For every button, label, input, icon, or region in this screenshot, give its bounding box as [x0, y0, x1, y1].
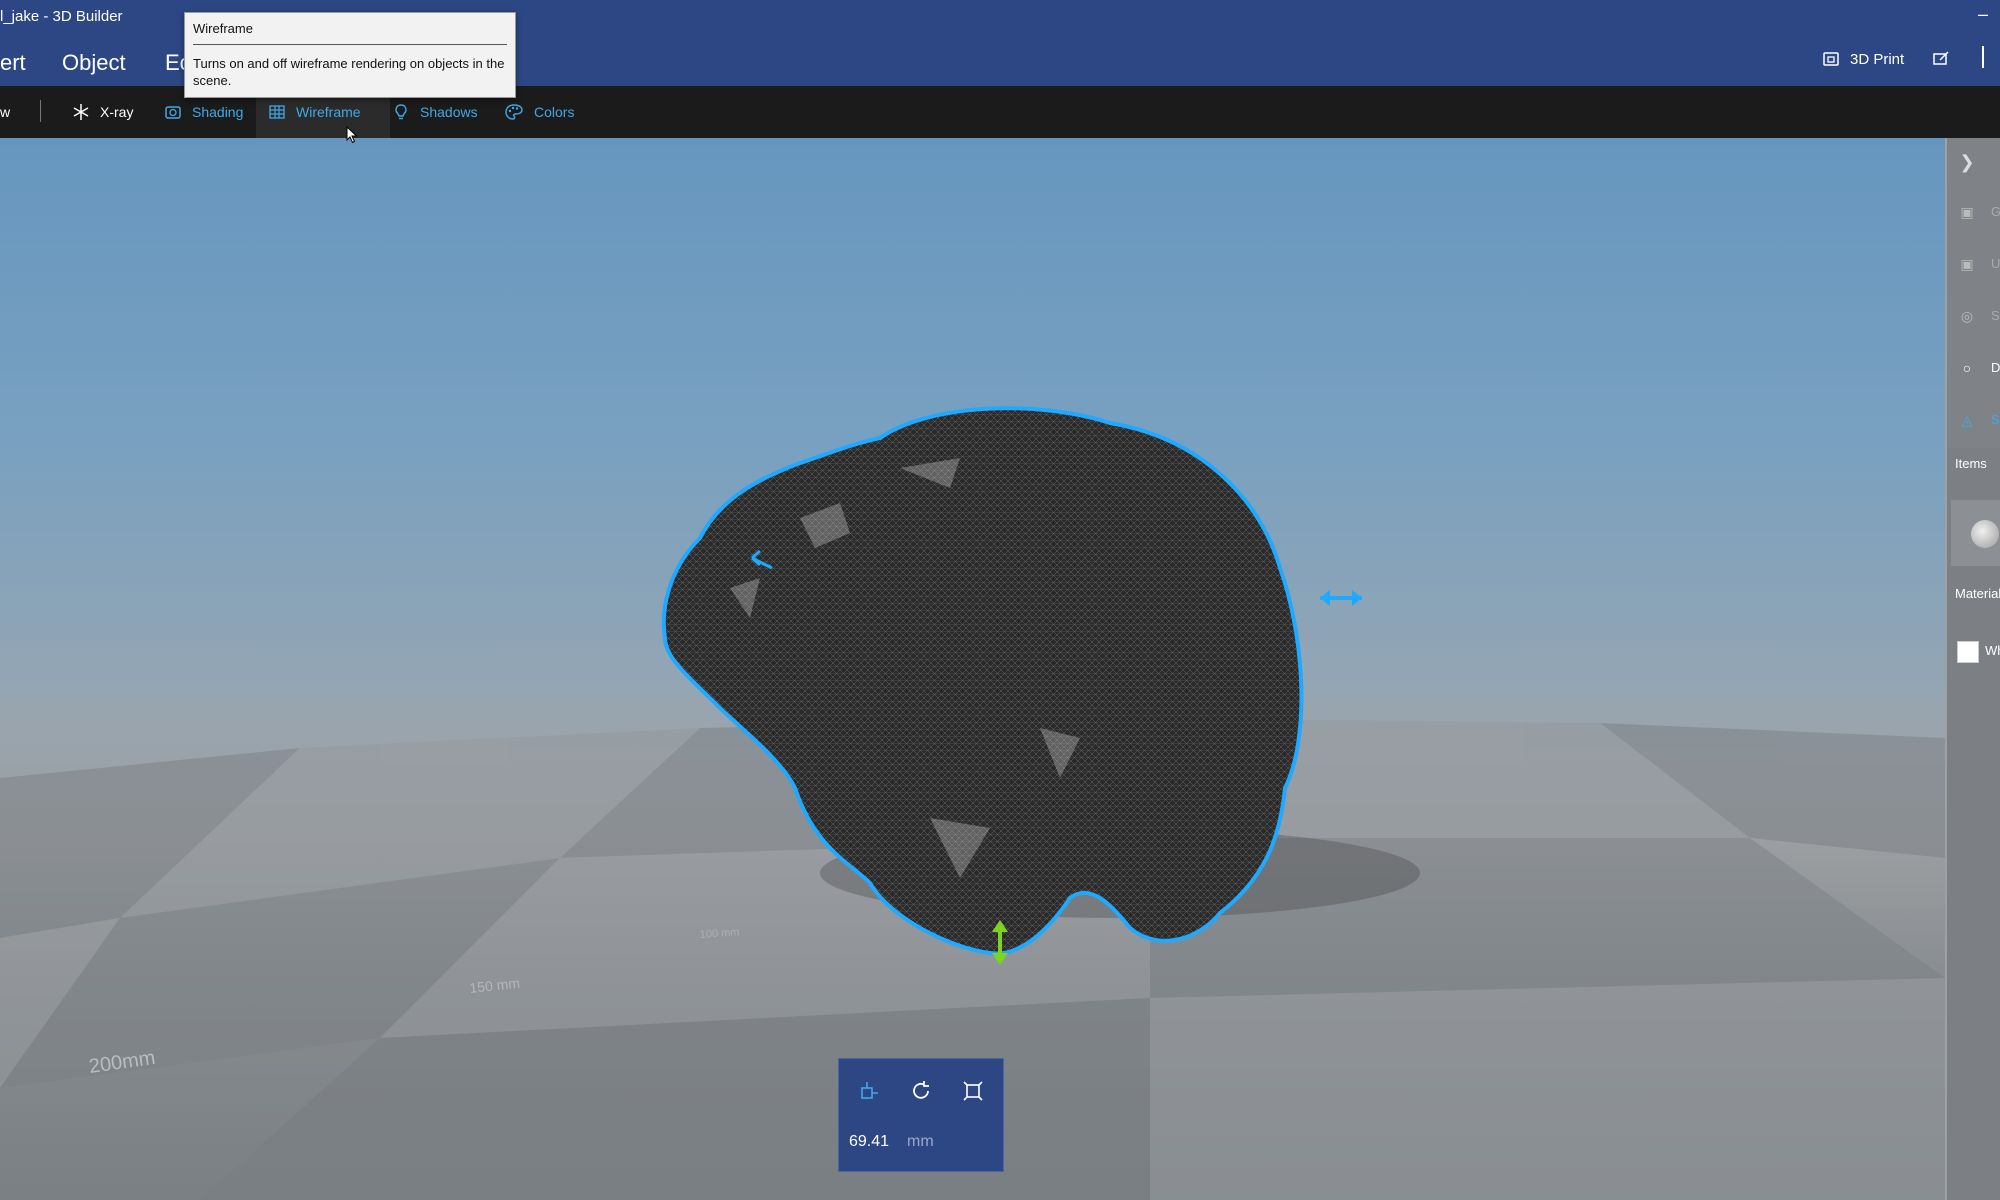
toolbar-separator — [40, 100, 41, 122]
share-button[interactable] — [1932, 50, 1950, 68]
scale-icon — [963, 1081, 983, 1101]
shadows-label: Shadows — [420, 104, 478, 120]
settings-label: S — [1991, 412, 2000, 427]
shading-label: Shading — [192, 104, 244, 120]
split-label: S — [1991, 308, 2000, 323]
xray-button[interactable]: X-ray — [60, 86, 145, 138]
dimension-unit: mm — [907, 1133, 934, 1150]
ribbon-divider — [1982, 46, 1984, 68]
material-swatch[interactable] — [1957, 641, 1979, 663]
window-title: l_jake - 3D Builder — [0, 8, 123, 25]
3d-print-button[interactable]: 3D Print — [1822, 50, 1904, 68]
menu-insert[interactable]: ert — [0, 50, 26, 76]
tooltip-title: Wireframe — [193, 21, 253, 36]
3d-viewport[interactable]: 200mm 150 mm 100 mm — [0, 138, 1945, 1200]
ungroup-label: U — [1991, 256, 2000, 271]
menu-object[interactable]: Object — [62, 50, 126, 76]
asterisk-icon — [73, 104, 89, 120]
group-icon[interactable]: ▣ — [1957, 202, 1977, 222]
minimize-button[interactable]: – — [1978, 4, 1988, 25]
printer-icon — [1823, 52, 1839, 66]
rotate-mode-button[interactable] — [907, 1077, 935, 1105]
item-thumbnail[interactable] — [1951, 500, 2000, 566]
lightbulb-icon — [395, 104, 407, 120]
palette-icon — [505, 104, 523, 120]
colors-label: Colors — [534, 104, 575, 120]
move-icon — [861, 1082, 878, 1099]
dimension-value[interactable]: 69.41 — [849, 1133, 889, 1151]
toolbar-view-label: w — [0, 104, 11, 120]
shading-icon — [165, 106, 181, 119]
object-actions — [1947, 138, 2000, 448]
move-x-handle-right[interactable] — [1320, 590, 1362, 606]
xray-label: X-ray — [100, 104, 134, 120]
toolbar-view-button[interactable]: w — [0, 86, 22, 138]
share-icon — [1933, 51, 1949, 65]
wireframe-tooltip: Wireframe Turns on and off wireframe ren… — [184, 12, 516, 98]
brain-thumbnail-icon — [1971, 520, 1999, 548]
tooltip-divider — [193, 44, 507, 45]
chevron-right-icon[interactable]: ❯ — [1957, 152, 1977, 172]
material-name: Wh — [1985, 643, 2000, 658]
rotate-icon — [913, 1081, 929, 1099]
items-heading: Items — [1955, 456, 1987, 471]
tooltip-description: Turns on and off wireframe rendering on … — [193, 56, 505, 88]
duplicate-icon[interactable]: ○ — [1957, 358, 1977, 378]
grid-icon — [269, 105, 285, 119]
3d-print-label: 3D Print — [1850, 50, 1905, 68]
object-panel: ❯ ▣ G ▣ U ◎ S ○ D ◬ S Items Material Wh — [1945, 138, 2000, 1200]
move-mode-button[interactable] — [855, 1077, 883, 1105]
group-label: G — [1991, 204, 2000, 219]
settings-icon[interactable]: ◬ — [1957, 410, 1977, 430]
mouse-cursor-icon — [346, 126, 358, 144]
material-heading: Material — [1955, 586, 2000, 601]
scale-mode-button[interactable] — [959, 1077, 987, 1105]
duplicate-label: D — [1991, 360, 2000, 375]
split-icon[interactable]: ◎ — [1957, 306, 1977, 326]
scene-canvas: 200mm 150 mm 100 mm — [0, 406, 1945, 1200]
ungroup-icon[interactable]: ▣ — [1957, 254, 1977, 274]
transform-panel: 69.41 mm — [838, 1058, 1004, 1172]
wireframe-label: Wireframe — [296, 104, 361, 120]
